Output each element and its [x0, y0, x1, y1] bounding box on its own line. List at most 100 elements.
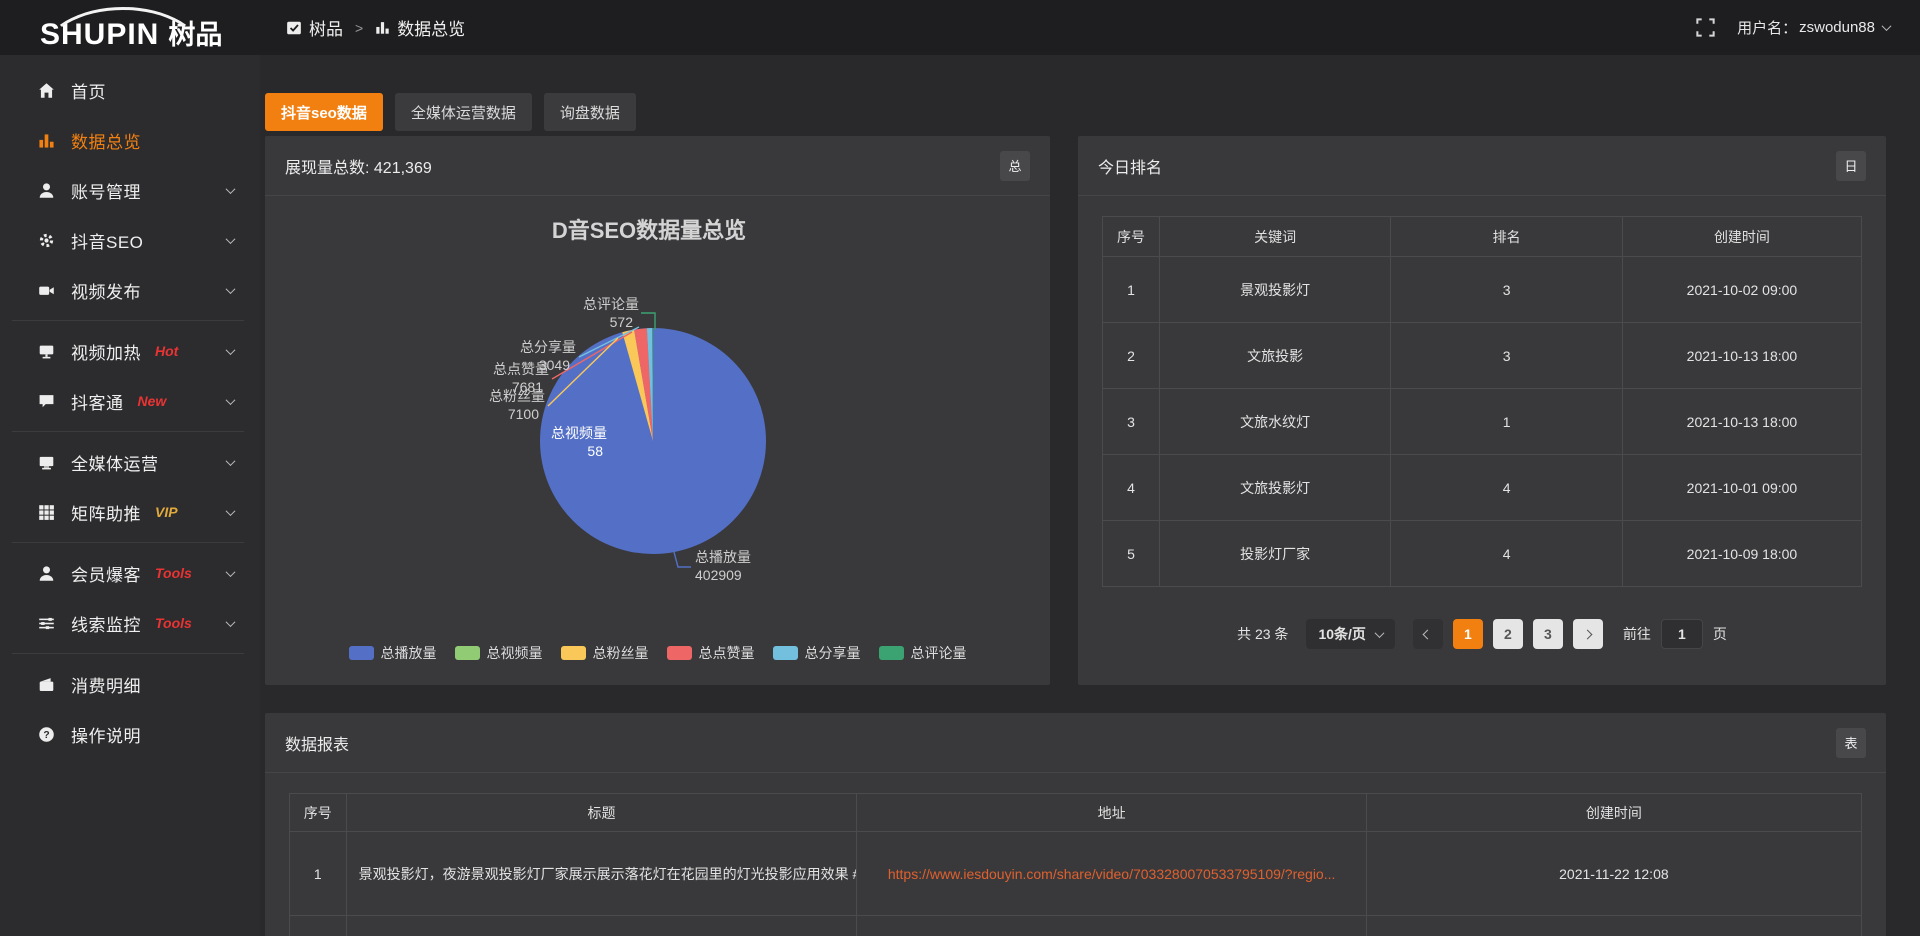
- prev-page-button[interactable]: [1413, 619, 1443, 649]
- sidebar-item-account[interactable]: 账号管理: [0, 165, 260, 215]
- table-header-row: 序号 标题 地址 创建时间: [290, 794, 1862, 832]
- breadcrumb: 树品 > 数据总览: [286, 15, 465, 40]
- table-row: 1景观投影灯32021-10-02 09:00: [1103, 257, 1862, 323]
- legend-item-likes[interactable]: 总点赞量: [667, 643, 755, 663]
- sidebar-item-media-ops[interactable]: 全媒体运营: [0, 437, 260, 487]
- display-icon: [38, 343, 55, 360]
- sidebar-item-video-publish[interactable]: 视频发布: [0, 265, 260, 315]
- tab-media-ops-data[interactable]: 全媒体运营数据: [395, 93, 532, 131]
- sidebar-item-leads-monitor[interactable]: 线索监控 Tools: [0, 598, 260, 648]
- sidebar: 首页 数据总览 账号管理 抖音SEO 视频发布 视频加热 Hot: [0, 55, 260, 936]
- question-icon: ?: [38, 726, 55, 743]
- sidebar-item-home[interactable]: 首页: [0, 65, 260, 115]
- sidebar-item-member[interactable]: 会员爆客 Tools: [0, 548, 260, 598]
- legend-item-play[interactable]: 总播放量: [349, 643, 437, 663]
- chevron-down-icon: [226, 567, 236, 577]
- sidebar-divider: [12, 542, 244, 543]
- page-button-2[interactable]: 2: [1493, 619, 1523, 649]
- leader-comment: [641, 313, 655, 330]
- app-logo: SHUPIN 树品: [0, 0, 260, 55]
- legend-swatch: [879, 646, 904, 660]
- sidebar-divider: [12, 653, 244, 654]
- breadcrumb-separator: >: [355, 20, 363, 36]
- new-badge: New: [138, 393, 167, 409]
- sidebar-item-data-overview[interactable]: 数据总览: [0, 115, 260, 165]
- tab-douyin-seo[interactable]: 抖音seo数据: [265, 93, 383, 131]
- sidebar-divider: [12, 320, 244, 321]
- table-row: 2文旅投影32021-10-13 18:00: [1103, 323, 1862, 389]
- main-content: 抖音seo数据 全媒体运营数据 询盘数据 展现量总数: 421,369 总 D音…: [260, 55, 1920, 936]
- goto-label: 前往: [1623, 624, 1651, 644]
- table-header-row: 序号 关键词 排名 创建时间: [1103, 217, 1862, 257]
- chevron-down-icon: [1374, 628, 1384, 638]
- leader-play: [674, 552, 691, 567]
- day-view-button[interactable]: 日: [1836, 151, 1866, 181]
- legend-swatch: [561, 646, 586, 660]
- table-view-button[interactable]: 表: [1836, 728, 1866, 758]
- chat-icon: [38, 393, 55, 410]
- goto-page-input[interactable]: 1: [1661, 619, 1703, 649]
- label-share: 总分享量: [520, 339, 576, 355]
- ranking-table: 序号 关键词 排名 创建时间 1景观投影灯32021-10-02 09:00 2…: [1102, 216, 1862, 587]
- legend-swatch: [773, 646, 798, 660]
- label-comment-value: 572: [610, 314, 634, 330]
- legend-swatch: [667, 646, 692, 660]
- sidebar-item-douyin-seo[interactable]: 抖音SEO: [0, 215, 260, 265]
- legend-item-comment[interactable]: 总评论量: [879, 643, 967, 663]
- legend-item-fans[interactable]: 总粉丝量: [561, 643, 649, 663]
- next-page-button[interactable]: [1573, 619, 1603, 649]
- table-row: 5投影灯厂家42021-10-09 18:00: [1103, 521, 1862, 587]
- bar-chart-icon: [38, 132, 55, 149]
- sidebar-item-matrix-boost[interactable]: 矩阵助推 VIP: [0, 487, 260, 537]
- chevron-down-icon: [226, 284, 236, 294]
- label-comment: 总评论量: [583, 296, 639, 312]
- hot-badge: Hot: [155, 343, 178, 359]
- data-tabs: 抖音seo数据 全媒体运营数据 询盘数据: [265, 93, 1886, 131]
- gear-icon: [38, 232, 55, 249]
- col-created: 创建时间: [1366, 794, 1861, 832]
- breadcrumb-current: 数据总览: [397, 15, 465, 40]
- label-play: 总播放量: [695, 549, 751, 565]
- panel-title: 今日排名: [1098, 154, 1162, 178]
- label-fans: 总粉丝量: [489, 388, 545, 404]
- chevron-down-icon: [226, 456, 236, 466]
- col-title: 标题: [346, 794, 857, 832]
- data-report-panel: 数据报表 表 序号 标题 地址 创建时间 1 景观投影灯，夜游景观投影灯厂: [265, 713, 1886, 936]
- fullscreen-icon[interactable]: [1696, 18, 1715, 37]
- chart-legend: 总播放量 总视频量 总粉丝量 总点赞量 总分享量 总评论量: [265, 643, 1050, 663]
- table-row: 1 景观投影灯，夜游景观投影灯厂家展示展示落花灯在花园里的灯光投影应用效果 # …: [290, 832, 1862, 916]
- svg-text:?: ?: [43, 730, 49, 741]
- page-button-1[interactable]: 1: [1453, 619, 1483, 649]
- tab-inquiry-data[interactable]: 询盘数据: [544, 93, 636, 131]
- video-url-link[interactable]: https://www.iesdouyin.com/share/video/70…: [888, 866, 1336, 882]
- breadcrumb-root[interactable]: 树品: [309, 15, 343, 40]
- page-size-select[interactable]: 10条/页: [1306, 619, 1394, 649]
- col-keyword: 关键词: [1159, 217, 1390, 257]
- monitor-icon: [38, 454, 55, 471]
- app-square-icon: [286, 20, 302, 36]
- impressions-total: 展现量总数: 421,369: [285, 154, 432, 178]
- chevron-down-icon: [226, 617, 236, 627]
- home-icon: [38, 82, 55, 99]
- sidebar-item-doukeTong[interactable]: 抖客通 New: [0, 376, 260, 426]
- sidebar-item-help[interactable]: ? 操作说明: [0, 709, 260, 759]
- chevron-down-icon: [226, 506, 236, 516]
- seo-pie-chart: D音SEO数据量总览 总评论量: [265, 196, 1050, 683]
- table-row: 4文旅投影灯42021-10-01 09:00: [1103, 455, 1862, 521]
- chevron-right-icon: [1583, 629, 1593, 639]
- page-button-3[interactable]: 3: [1533, 619, 1563, 649]
- tools-badge: Tools: [155, 615, 192, 631]
- table-row: 3文旅水纹灯12021-10-13 18:00: [1103, 389, 1862, 455]
- user-menu[interactable]: 用户名：zswodun88: [1737, 17, 1890, 38]
- wallet-icon: [38, 676, 55, 693]
- legend-item-share[interactable]: 总分享量: [773, 643, 861, 663]
- sidebar-item-consumption[interactable]: 消费明细: [0, 659, 260, 709]
- total-view-button[interactable]: 总: [1000, 151, 1030, 181]
- video-title-cell: 景观投影灯，夜游景观投影灯厂家展示展示落花灯在花园里的灯光投影应用效果 #: [346, 832, 857, 916]
- legend-item-video[interactable]: 总视频量: [455, 643, 543, 663]
- chart-title: D音SEO数据量总览: [552, 218, 746, 243]
- col-url: 地址: [857, 794, 1366, 832]
- label-play-value: 402909: [695, 567, 742, 583]
- sidebar-item-video-heat[interactable]: 视频加热 Hot: [0, 326, 260, 376]
- video-camera-icon: [38, 282, 55, 299]
